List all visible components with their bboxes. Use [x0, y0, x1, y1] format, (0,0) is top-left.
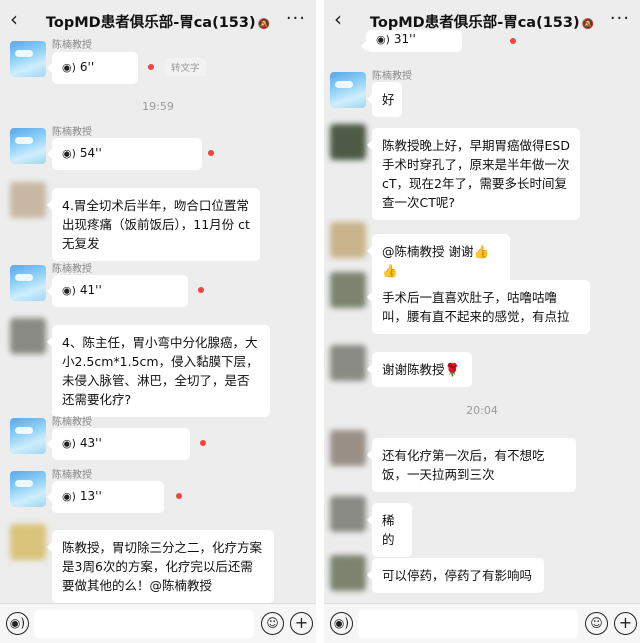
- avatar[interactable]: [330, 345, 366, 381]
- mute-bell-icon: 🔕: [581, 19, 595, 30]
- timestamp: 20:04: [466, 404, 498, 417]
- text-message[interactable]: 陈教授晚上好，早期胃癌做得ESD手术时穿孔了，原来是半年做一次cT，现在2年了，…: [367, 128, 580, 220]
- voice-message[interactable]: ◉) 41'': [47, 275, 188, 307]
- sender-name: 陈楠教授: [52, 40, 92, 51]
- voice-message[interactable]: ◉) 31'': [361, 30, 462, 52]
- text-message[interactable]: 陈教授，胃切除三分之二，化疗方案是3周6次的方案，化疗完以后还需要做其他的么！@…: [47, 530, 274, 603]
- voice-message[interactable]: ◉) 43'': [47, 428, 190, 460]
- mute-bell-icon: 🔕: [257, 19, 271, 30]
- text-message[interactable]: 还有化疗第一次后，有不想吃饭，一天拉两到三次: [367, 438, 576, 492]
- sender-name: 陈楠教授: [52, 127, 92, 138]
- avatar[interactable]: [330, 496, 366, 532]
- voice-message[interactable]: ◉) 13'': [47, 481, 164, 513]
- text-message[interactable]: 稀的: [367, 503, 412, 557]
- text-message[interactable]: 可以停药，停药了有影响吗: [367, 558, 544, 593]
- voice-wave-icon: ◉): [376, 33, 390, 46]
- sender-name: 陈楠教授: [52, 470, 92, 481]
- input-bar: ◉) ☺ +: [0, 603, 316, 643]
- avatar[interactable]: [330, 272, 366, 308]
- voice-wave-icon: ◉): [62, 61, 76, 74]
- plus-icon[interactable]: +: [614, 612, 637, 635]
- more-icon[interactable]: ···: [610, 8, 630, 29]
- text-message[interactable]: 手术后一直喜欢肚子，咕噜咕噜叫，腰有直不起来的感觉，有点拉: [367, 280, 590, 334]
- voice-wave-icon: ◉): [62, 437, 76, 450]
- input-bar: ◉) ☺ +: [324, 603, 640, 643]
- avatar[interactable]: [10, 265, 46, 301]
- convert-to-text-button[interactable]: 转文字: [165, 58, 206, 76]
- sender-name: 陈楠教授: [372, 71, 412, 82]
- unread-dot: [176, 493, 182, 499]
- avatar[interactable]: [10, 41, 46, 77]
- message-input[interactable]: [34, 610, 254, 638]
- avatar[interactable]: [330, 555, 366, 591]
- text-message[interactable]: 4、陈主任，胃小弯中分化腺癌，大小2.5cm*1.5cm，侵入黏膜下层，未侵入脉…: [47, 325, 270, 417]
- avatar[interactable]: [330, 430, 366, 466]
- avatar[interactable]: [10, 182, 46, 218]
- timestamp: 19:59: [142, 100, 174, 113]
- chat-panel-left: ‹ TopMD患者俱乐部-胃ca(153) 🔕 ··· 陈楠教授 ◉) 6'' 转文…: [0, 0, 316, 643]
- avatar[interactable]: [330, 72, 366, 108]
- emoji-icon[interactable]: ☺: [585, 612, 608, 635]
- chat-title: TopMD患者俱乐部-胃ca(153) 🔕: [45, 15, 271, 31]
- avatar[interactable]: [10, 524, 46, 560]
- rose-icon: 🌹: [444, 362, 461, 377]
- unread-dot: [510, 38, 516, 44]
- voice-wave-icon: ◉): [62, 147, 76, 160]
- voice-message[interactable]: ◉) 54'': [47, 138, 202, 170]
- avatar[interactable]: [10, 471, 46, 507]
- more-icon[interactable]: ···: [286, 8, 306, 29]
- voice-input-icon[interactable]: ◉): [330, 612, 353, 635]
- emoji-icon[interactable]: ☺: [261, 612, 284, 635]
- voice-wave-icon: ◉): [62, 284, 76, 297]
- unread-dot: [148, 64, 154, 70]
- chat-panel-right: ‹ TopMD患者俱乐部-胃ca(153) 🔕 ··· ◉) 31'' 陈楠教授 好…: [324, 0, 640, 643]
- voice-wave-icon: ◉): [62, 490, 76, 503]
- unread-dot: [208, 150, 214, 156]
- avatar[interactable]: [10, 318, 46, 354]
- sender-name: 陈楠教授: [52, 417, 92, 428]
- message-input[interactable]: [358, 610, 578, 638]
- chat-title: TopMD患者俱乐部-胃ca(153) 🔕: [369, 15, 595, 31]
- voice-message[interactable]: ◉) 6'': [47, 52, 138, 84]
- avatar[interactable]: [10, 418, 46, 454]
- avatar[interactable]: [330, 124, 366, 160]
- unread-dot: [200, 440, 206, 446]
- unread-dot: [198, 287, 204, 293]
- text-message[interactable]: 4.胃全切术后半年，吻合口位置常出现疼痛（饭前饭后），11月份 ct无复发: [47, 188, 260, 261]
- plus-icon[interactable]: +: [290, 612, 313, 635]
- text-message[interactable]: 好: [367, 82, 402, 117]
- avatar[interactable]: [330, 222, 366, 258]
- text-message[interactable]: 谢谢陈教授🌹: [367, 352, 472, 387]
- voice-input-icon[interactable]: ◉): [6, 612, 29, 635]
- chat-header: ‹ TopMD患者俱乐部-胃ca(153) 🔕 ···: [0, 0, 316, 40]
- avatar[interactable]: [10, 128, 46, 164]
- sender-name: 陈楠教授: [52, 264, 92, 275]
